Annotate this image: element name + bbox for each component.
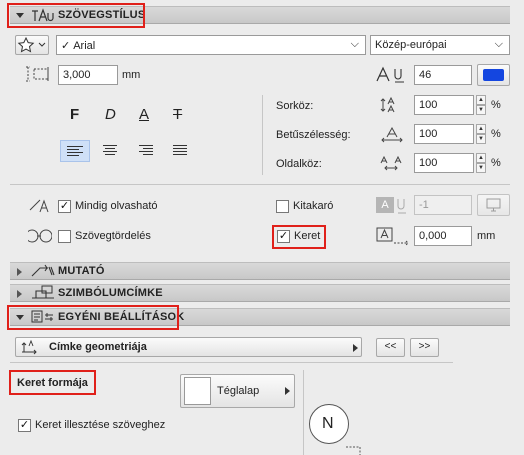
opaque-pen-input[interactable]: -1 — [414, 195, 472, 215]
label-geometry-dropdown[interactable]: Címke geometriája — [15, 337, 362, 357]
options-separator — [10, 184, 510, 185]
char-width-unit: % — [491, 128, 501, 140]
stepper-down-icon[interactable]: ▼ — [476, 163, 486, 173]
frame-offset-icon — [376, 227, 409, 246]
char-spacing-input[interactable]: 100 — [414, 153, 474, 173]
line-spacing-input[interactable]: 100 — [414, 95, 474, 115]
fit-frame-checkbox[interactable]: ✓ — [18, 419, 31, 432]
highlight-custom-settings — [7, 305, 179, 330]
char-width-label: Betűszélesség: — [276, 129, 351, 141]
char-spacing-icon — [380, 155, 402, 171]
frame-offset-unit: mm — [477, 230, 496, 242]
stepper-down-icon[interactable]: ▼ — [476, 134, 486, 144]
text-wrap-checkbox[interactable] — [58, 230, 71, 243]
expand-triangle-icon[interactable] — [17, 268, 22, 276]
text-size-icon — [26, 66, 49, 82]
check-icon: ✓ — [61, 40, 71, 52]
symbol-label-icon — [32, 285, 54, 299]
preview-pointer-line — [346, 446, 361, 455]
chevron-down-icon: ⌵ — [494, 38, 503, 50]
always-readable-checkbox[interactable]: ✓ — [58, 200, 71, 213]
pen-color-button[interactable] — [477, 64, 510, 86]
chevron-right-icon — [353, 344, 358, 352]
stepper-down-icon[interactable]: ▼ — [476, 105, 486, 115]
label-geometry-icon — [21, 339, 37, 355]
italic-button[interactable]: D — [105, 106, 116, 123]
font-name-value: Arial — [73, 40, 96, 52]
text-pen-input[interactable]: 46 — [414, 65, 472, 85]
text-wrap-label: Szövegtördelés — [75, 230, 151, 242]
frame-shape-preview — [184, 377, 211, 405]
char-width-input[interactable]: 100 — [414, 124, 474, 144]
opaque-color-button[interactable] — [477, 194, 510, 216]
text-size-input[interactable]: 3,000 — [58, 65, 118, 85]
opaque-label: Kitakaró — [293, 200, 334, 212]
stepper-up-icon[interactable]: ▲ — [476, 95, 486, 105]
preview-area: N — [304, 363, 524, 455]
char-spacing-label: Oldalköz: — [276, 158, 322, 170]
align-left-button[interactable] — [60, 140, 90, 162]
pen-icon — [376, 66, 404, 83]
opaque-pen-glyph-icon — [397, 199, 406, 214]
line-spacing-stepper[interactable]: ▲ ▼ — [476, 95, 486, 115]
char-width-icon — [381, 126, 403, 143]
label-geometry-label: Címke geometriája — [49, 341, 147, 353]
align-center-icon — [95, 140, 125, 155]
bold-button[interactable]: F — [70, 106, 79, 123]
opaque-checkbox[interactable] — [276, 200, 289, 213]
align-justify-button[interactable] — [165, 140, 195, 162]
next-page-button[interactable]: >> — [410, 338, 439, 357]
stepper-up-icon[interactable]: ▲ — [476, 124, 486, 134]
pointer-title: MUTATÓ — [58, 265, 105, 277]
fit-frame-label: Keret illesztése szöveghez — [35, 419, 166, 431]
expand-triangle-icon[interactable] — [17, 290, 22, 298]
font-script-dropdown[interactable]: Közép-európai ⌵ — [370, 35, 510, 55]
char-width-stepper[interactable]: ▲ ▼ — [476, 124, 486, 144]
monitor-icon — [486, 198, 501, 212]
preview-marker-letter: N — [322, 415, 334, 432]
pointer-section-header[interactable]: MUTATÓ — [10, 262, 510, 280]
highlight-text-style-title — [7, 3, 145, 28]
line-spacing-label: Sorköz: — [276, 100, 314, 112]
text-size-unit: mm — [122, 69, 141, 81]
line-spacing-unit: % — [491, 99, 501, 111]
align-right-icon — [130, 140, 160, 155]
underline-button[interactable]: A — [139, 106, 149, 123]
always-readable-label: Mindig olvasható — [75, 200, 158, 212]
font-name-dropdown[interactable]: ✓ Arial ⌵ — [56, 35, 366, 55]
highlight-frame — [272, 225, 326, 249]
pen-color-swatch — [483, 69, 504, 81]
previous-page-button[interactable]: << — [376, 338, 405, 357]
font-script-value: Közép-európai — [375, 39, 447, 51]
frame-offset-input[interactable]: 0,000 — [414, 226, 472, 246]
char-spacing-stepper[interactable]: ▲ ▼ — [476, 153, 486, 173]
star-icon — [17, 36, 46, 53]
chevron-down-icon: ⌵ — [350, 38, 359, 50]
highlight-frame-shape — [9, 370, 96, 395]
opaque-pen-icon: A — [376, 197, 394, 213]
frame-shape-dropdown[interactable]: Téglalap — [180, 374, 295, 408]
align-left-icon — [61, 141, 89, 156]
favorites-button[interactable] — [15, 35, 49, 55]
align-right-button[interactable] — [130, 140, 160, 162]
pointer-icon — [31, 264, 55, 277]
align-center-button[interactable] — [95, 140, 125, 162]
stepper-up-icon[interactable]: ▲ — [476, 153, 486, 163]
symbol-label-title: SZIMBÓLUMCÍMKE — [58, 287, 163, 299]
always-readable-icon — [29, 199, 49, 213]
symbol-label-section-header[interactable]: SZIMBÓLUMCÍMKE — [10, 284, 510, 302]
frame-shape-value: Téglalap — [217, 385, 260, 397]
text-wrap-icon — [28, 229, 52, 243]
char-spacing-unit: % — [491, 157, 501, 169]
line-spacing-icon — [380, 96, 395, 113]
strikethrough-button[interactable]: T — [173, 106, 182, 123]
align-justify-icon — [165, 140, 195, 155]
vertical-divider — [262, 95, 263, 175]
chevron-right-icon — [285, 387, 290, 395]
